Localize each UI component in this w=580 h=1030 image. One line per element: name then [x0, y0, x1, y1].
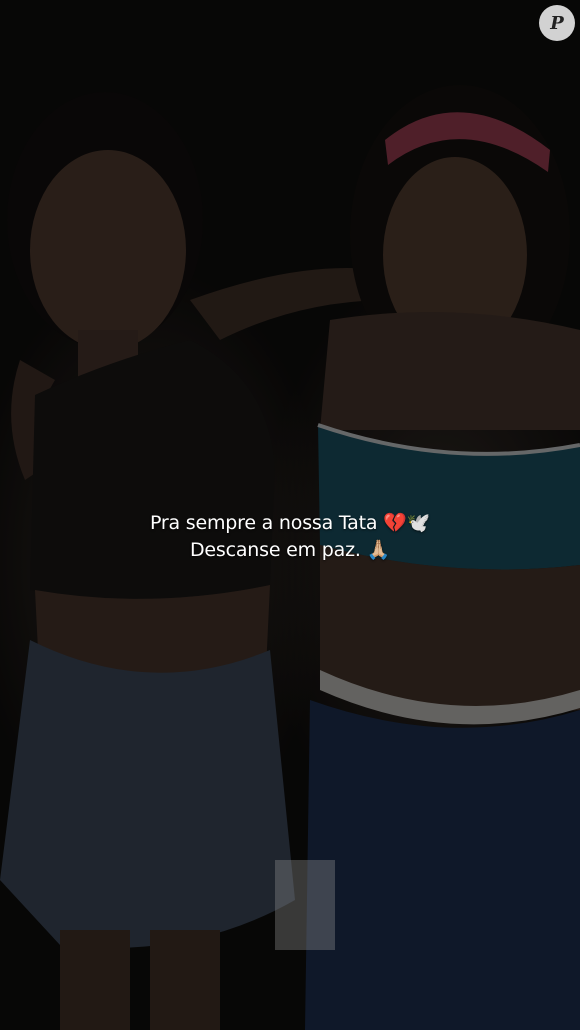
purepeople-logo-icon: P	[539, 5, 575, 41]
story-viewer: Pra sempre a nossa Tata 💔🕊️ Descanse em …	[0, 0, 580, 1030]
story-caption: Pra sempre a nossa Tata 💔🕊️ Descanse em …	[0, 510, 580, 564]
watermark-letter: P	[550, 12, 564, 34]
caption-line-2: Descanse em paz. 🙏🏼	[189, 539, 391, 561]
caption-line-1: Pra sempre a nossa Tata 💔🕊️	[149, 512, 431, 534]
